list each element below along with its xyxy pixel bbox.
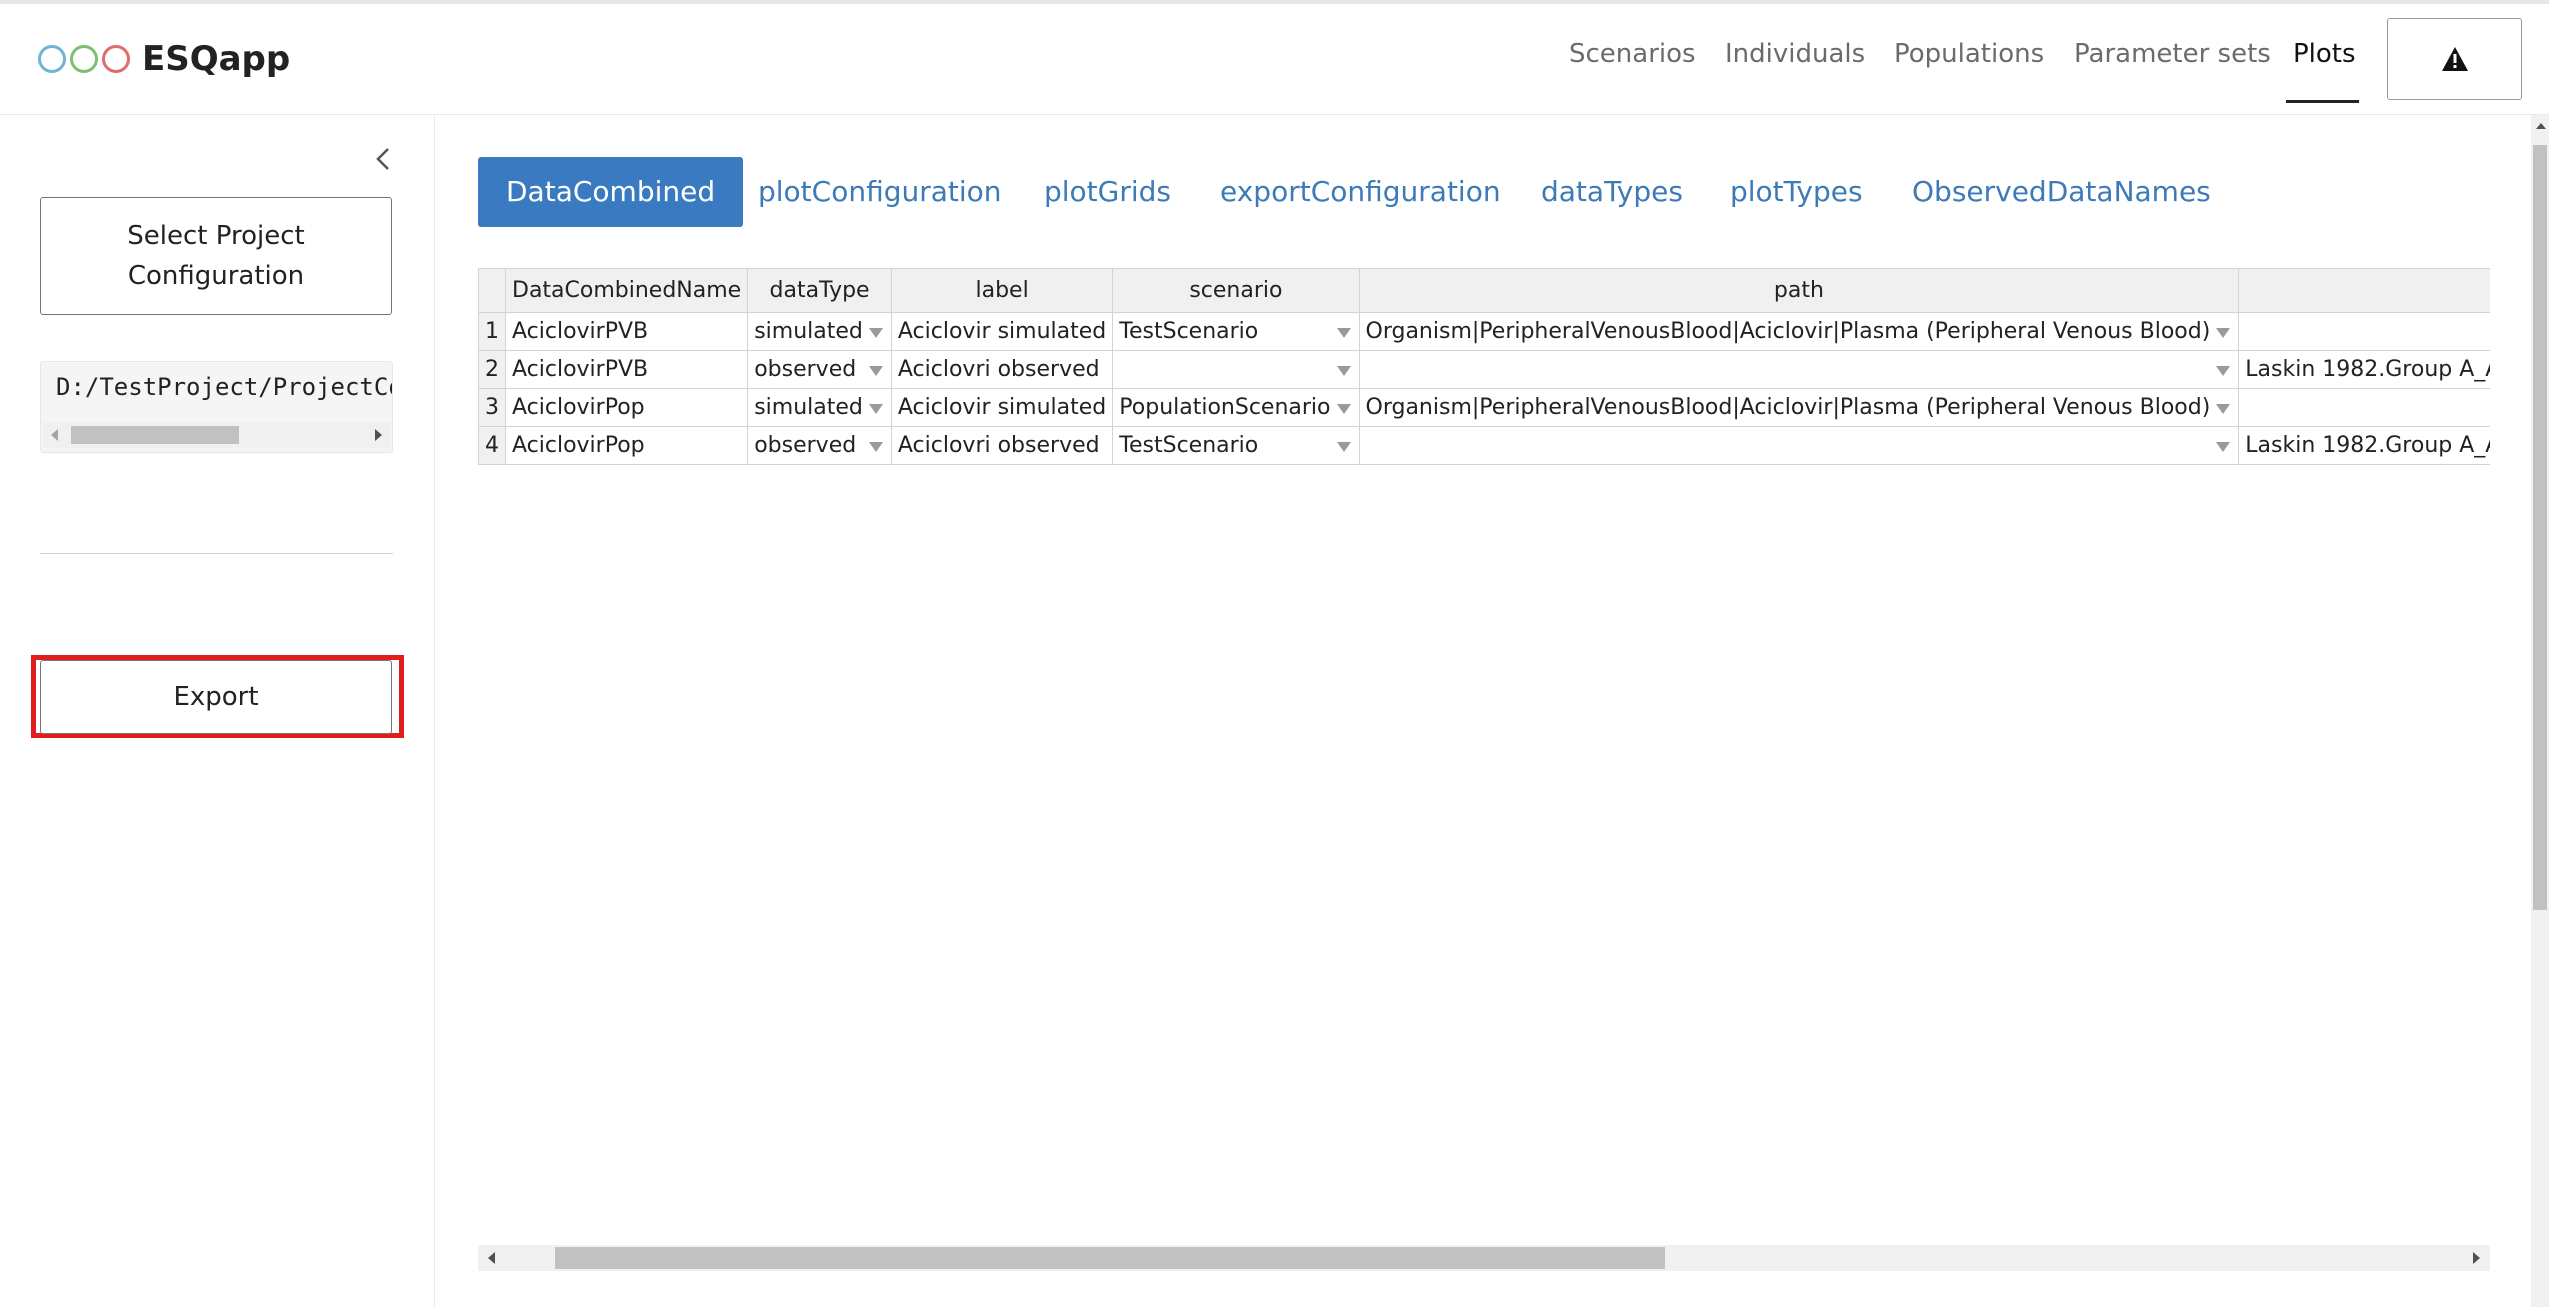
select-project-configuration-label: Select Project Configuration — [127, 221, 305, 291]
dropdown-arrow-icon[interactable] — [1336, 366, 1351, 376]
cell-scenario[interactable]: TestScenario — [1112, 426, 1360, 465]
app-title: ESQapp — [142, 39, 291, 79]
table-horizontal-scrollbar[interactable] — [478, 1245, 2490, 1271]
column-header-next[interactable] — [2238, 268, 2490, 313]
dropdown-arrow-icon[interactable] — [868, 442, 883, 452]
table-row: 4 AciclovirPop observed Aciclovri observ… — [478, 426, 2490, 465]
dropdown-arrow-icon[interactable] — [1336, 442, 1351, 452]
row-number-header — [478, 268, 506, 313]
logo-circle-blue-icon — [38, 45, 66, 73]
dropdown-arrow-icon[interactable] — [2216, 404, 2231, 414]
cell-path[interactable] — [1358, 426, 2240, 465]
path-scroll-thumb[interactable] — [71, 426, 239, 444]
cell-next[interactable] — [2238, 388, 2490, 427]
collapse-sidebar-button[interactable] — [372, 139, 394, 179]
tab-datatypes[interactable]: dataTypes — [1541, 157, 1683, 227]
page-scroll-thumb[interactable] — [2533, 145, 2547, 910]
table-row: 1 AciclovirPVB simulated Aciclovir simul… — [478, 312, 2490, 351]
row-number: 4 — [478, 426, 506, 465]
brand[interactable]: ESQapp — [38, 34, 290, 84]
table-row: 3 AciclovirPop simulated Aciclovir simul… — [478, 388, 2490, 427]
scroll-right-arrow-icon[interactable] — [2473, 1252, 2480, 1264]
cell-datatype[interactable]: observed — [747, 426, 892, 465]
logo-circle-red-icon — [102, 45, 130, 73]
dropdown-arrow-icon[interactable] — [1336, 328, 1351, 338]
dropdown-arrow-icon[interactable] — [2216, 366, 2231, 376]
cell-scenario[interactable]: PopulationScenario — [1112, 388, 1360, 427]
cell-datacombinedname[interactable]: AciclovirPop — [504, 388, 749, 427]
logo-circle-green-icon — [70, 45, 98, 73]
dropdown-arrow-icon[interactable] — [1336, 404, 1351, 414]
nav-active-indicator — [2286, 100, 2359, 103]
cell-next[interactable]: Laskin 1982.Group A_Aciclovir_1_Human — [2238, 426, 2490, 465]
nav-scenarios[interactable]: Scenarios — [1569, 34, 1696, 74]
dropdown-arrow-icon[interactable] — [868, 328, 883, 338]
dropdown-arrow-icon[interactable] — [2216, 328, 2231, 338]
column-header-label[interactable]: label — [890, 268, 1114, 313]
cell-next[interactable]: Laskin 1982.Group A_Aciclovir_1_Human — [2238, 350, 2490, 389]
column-header-datatype[interactable]: dataType — [747, 268, 892, 313]
row-number: 3 — [478, 388, 506, 427]
cell-datatype[interactable]: simulated — [747, 388, 892, 427]
tab-exportconfiguration[interactable]: exportConfiguration — [1220, 157, 1501, 227]
column-header-path[interactable]: path — [1358, 268, 2240, 313]
chevron-left-icon — [376, 148, 389, 170]
nav-parameter-sets[interactable]: Parameter sets — [2074, 34, 2271, 74]
nav-plots[interactable]: Plots — [2293, 34, 2356, 74]
tab-plotconfiguration[interactable]: plotConfiguration — [758, 157, 1002, 227]
tab-plotgrids[interactable]: plotGrids — [1044, 157, 1171, 227]
page-vertical-scrollbar[interactable] — [2531, 115, 2549, 1307]
tab-observeddatanames[interactable]: ObservedDataNames — [1912, 157, 2211, 227]
cell-scenario[interactable] — [1112, 350, 1360, 389]
column-header-datacombinedname[interactable]: DataCombinedName — [504, 268, 749, 313]
column-header-scenario[interactable]: scenario — [1112, 268, 1360, 313]
nav-individuals[interactable]: Individuals — [1725, 34, 1865, 74]
cell-datatype[interactable]: simulated — [747, 312, 892, 351]
scroll-right-arrow-icon[interactable] — [375, 429, 382, 441]
cell-datacombinedname[interactable]: AciclovirPop — [504, 426, 749, 465]
cell-next[interactable] — [2238, 312, 2490, 351]
top-navbar: ESQapp Scenarios Individuals Populations… — [0, 4, 2549, 115]
table-row: 2 AciclovirPVB observed Aciclovri observ… — [478, 350, 2490, 389]
cell-scenario[interactable]: TestScenario — [1112, 312, 1360, 351]
tab-datacombined[interactable]: DataCombined — [478, 157, 744, 227]
nav-populations[interactable]: Populations — [1894, 34, 2044, 74]
cell-datacombinedname[interactable]: AciclovirPVB — [504, 350, 749, 389]
tab-plottypes[interactable]: plotTypes — [1730, 157, 1863, 227]
warning-icon — [2441, 47, 2468, 71]
cell-path[interactable]: Organism|PeripheralVenousBlood|Aciclovir… — [1358, 312, 2240, 351]
warnings-button[interactable] — [2387, 18, 2522, 100]
export-button[interactable]: Export — [40, 660, 392, 734]
dropdown-arrow-icon[interactable] — [868, 366, 883, 376]
cell-path[interactable]: Organism|PeripheralVenousBlood|Aciclovir… — [1358, 388, 2240, 427]
dropdown-arrow-icon[interactable] — [2216, 442, 2231, 452]
datacombined-table: DataCombinedName dataType label scenario… — [478, 268, 2490, 474]
row-number: 1 — [478, 312, 506, 351]
cell-datatype[interactable]: observed — [747, 350, 892, 389]
table-scroll-thumb[interactable] — [555, 1247, 1665, 1269]
table-header-row: DataCombinedName dataType label scenario… — [478, 268, 2490, 313]
cell-label[interactable]: Aciclovri observed — [890, 426, 1114, 465]
cell-path[interactable] — [1358, 350, 2240, 389]
sidebar-divider — [40, 553, 393, 554]
cell-label[interactable]: Aciclovir simulated — [890, 312, 1114, 351]
cell-label[interactable]: Aciclovri observed — [890, 350, 1114, 389]
scroll-up-arrow-icon[interactable] — [2536, 123, 2546, 129]
cell-label[interactable]: Aciclovir simulated — [890, 388, 1114, 427]
row-number: 2 — [478, 350, 506, 389]
cell-datacombinedname[interactable]: AciclovirPVB — [504, 312, 749, 351]
select-project-configuration-button[interactable]: Select Project Configuration — [40, 197, 392, 315]
config-path-text: D:/TestProject/ProjectConfiguration.xlsx — [56, 373, 392, 401]
path-horizontal-scrollbar[interactable] — [43, 422, 390, 448]
scroll-left-arrow-icon[interactable] — [488, 1252, 495, 1264]
scroll-left-arrow-icon[interactable] — [51, 429, 58, 441]
sidebar: Select Project Configuration D:/TestProj… — [0, 115, 435, 1307]
dropdown-arrow-icon[interactable] — [868, 404, 883, 414]
config-path-display: D:/TestProject/ProjectConfiguration.xlsx — [40, 361, 393, 453]
